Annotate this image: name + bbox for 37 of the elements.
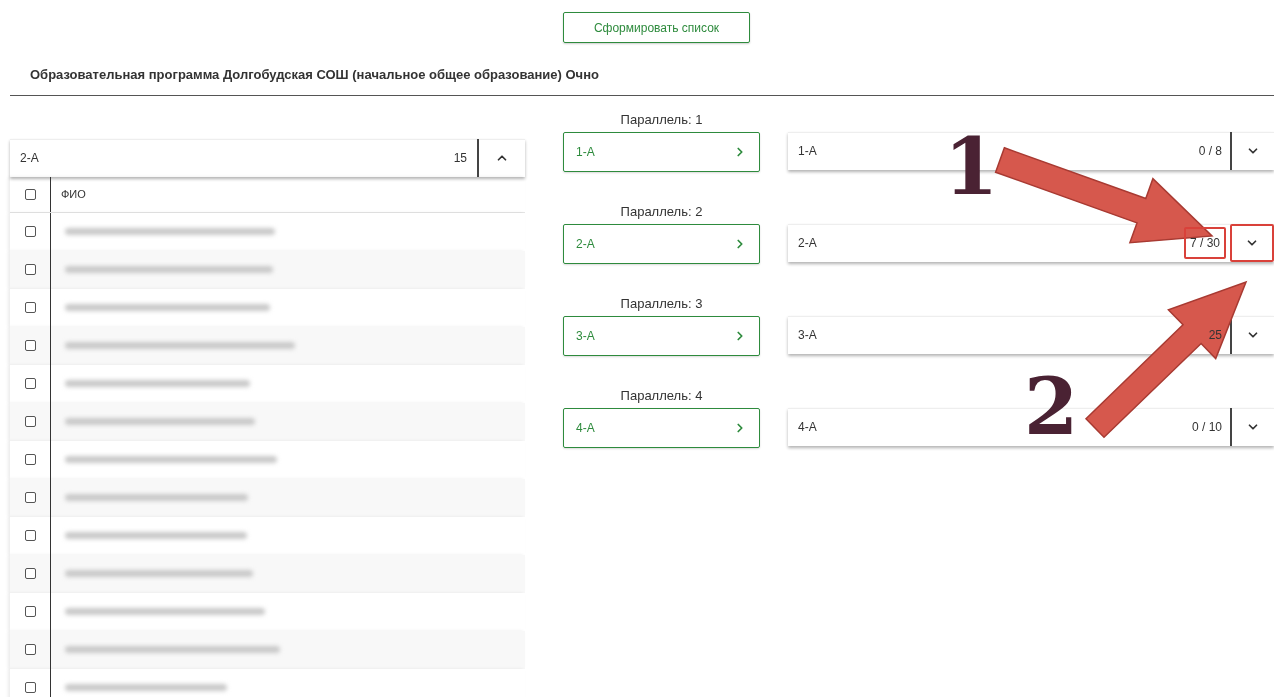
- checkbox[interactable]: [24, 530, 36, 541]
- class-button[interactable]: 1-А: [563, 131, 760, 172]
- student-count: 0 / 10: [1190, 419, 1223, 436]
- program-title: Образовательная программа Долгобудская СОШ (начальное общее образование) Очно: [30, 66, 600, 84]
- parallel-label: Параллель: 4: [619, 386, 704, 405]
- class-name: 1-А: [797, 143, 818, 160]
- checkbox[interactable]: [24, 188, 36, 200]
- class-button[interactable]: 4-А: [563, 407, 760, 448]
- checkbox[interactable]: [24, 644, 36, 655]
- checkbox[interactable]: [24, 454, 36, 465]
- checkbox[interactable]: [24, 226, 36, 237]
- parallel-label: Параллель: 2: [619, 202, 704, 221]
- expand-button[interactable]: [1230, 224, 1274, 262]
- class-select[interactable]: 2-А 15: [10, 138, 525, 177]
- student-count: 7 / 30: [1183, 227, 1226, 259]
- student-count: 0 / 8: [1197, 143, 1223, 160]
- parallel-label: Параллель: 1: [619, 110, 704, 129]
- form-list-button[interactable]: Сформировать список: [563, 12, 750, 43]
- class-button[interactable]: 2-А: [563, 223, 760, 264]
- checkbox[interactable]: [24, 492, 36, 503]
- parallel-label: Параллель: 3: [619, 294, 704, 313]
- class-button[interactable]: 3-А: [563, 315, 760, 356]
- column-header: ФИО: [50, 176, 86, 212]
- checkbox[interactable]: [24, 416, 36, 427]
- student-count: 25: [1207, 327, 1223, 344]
- checkbox[interactable]: [24, 378, 36, 389]
- class-name: 2-А: [797, 235, 818, 252]
- class-name: 3-А: [797, 327, 818, 344]
- checkbox[interactable]: [24, 302, 36, 313]
- checkbox[interactable]: [24, 340, 36, 351]
- class-name: 4-А: [797, 419, 818, 436]
- class-name: 2-А: [19, 150, 40, 167]
- checkbox[interactable]: [24, 682, 36, 693]
- checkbox[interactable]: [24, 606, 36, 617]
- checkbox[interactable]: [24, 264, 36, 275]
- student-count: 15: [453, 150, 468, 167]
- checkbox[interactable]: [24, 568, 36, 579]
